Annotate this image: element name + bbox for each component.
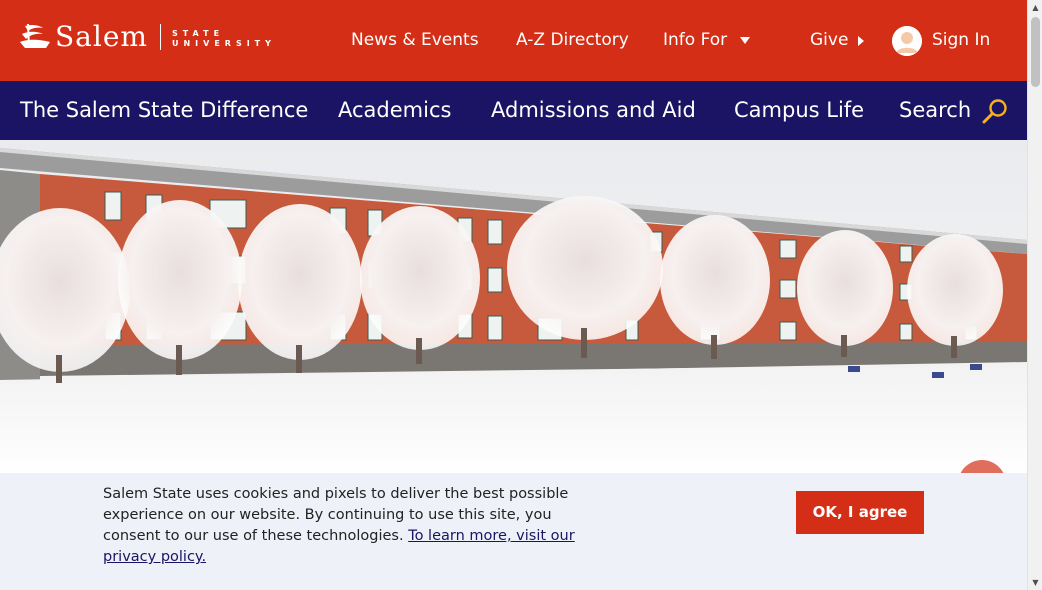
caret-right-icon[interactable] [858,36,864,46]
hero-image [0,140,1027,480]
scrollbar-thumb[interactable] [1031,17,1040,87]
logo-sub-state: STATE [171,29,225,38]
sign-in-link[interactable]: Sign In [932,29,990,51]
campus-winter-photo [0,140,1027,480]
scroll-up-arrow-icon[interactable]: ▲ [1028,0,1042,15]
scroll-down-arrow-icon[interactable]: ▼ [1028,575,1042,590]
salem-state-logo[interactable]: Salem STATE UNIVERSITY [19,22,276,52]
give-link[interactable]: Give [810,29,848,51]
cookie-banner: Salem State uses cookies and pixels to d… [0,473,1027,590]
logo-ship-icon [20,23,50,48]
az-directory-link[interactable]: A-Z Directory [516,29,629,51]
logo-subtitle: STATE UNIVERSITY [172,29,276,49]
main-navigation: The Salem State Difference Academics Adm… [0,81,1027,140]
news-events-link[interactable]: News & Events [351,29,479,51]
nav-item-admissions-aid[interactable]: Admissions and Aid [491,97,696,123]
nav-item-salem-state-difference[interactable]: The Salem State Difference [20,97,308,123]
cookie-message: Salem State uses cookies and pixels to d… [103,484,598,568]
logo-divider [159,24,161,50]
nav-item-campus-life[interactable]: Campus Life [734,97,864,123]
caret-down-icon[interactable] [740,37,750,44]
search-icon[interactable] [980,97,1010,127]
nav-item-academics[interactable]: Academics [338,97,451,123]
utility-bar: Salem STATE UNIVERSITY News & Events A-Z… [0,0,1027,81]
logo-wordmark: Salem [55,20,148,53]
logo-sub-university: UNIVERSITY [171,39,276,48]
info-for-menu[interactable]: Info For [663,29,727,51]
user-avatar-icon[interactable] [892,26,922,56]
page: Salem STATE UNIVERSITY News & Events A-Z… [0,0,1027,590]
vertical-scrollbar[interactable]: ▲ ▼ [1027,0,1042,590]
search-label[interactable]: Search [899,97,971,123]
accept-cookies-button[interactable]: OK, I agree [796,491,924,534]
